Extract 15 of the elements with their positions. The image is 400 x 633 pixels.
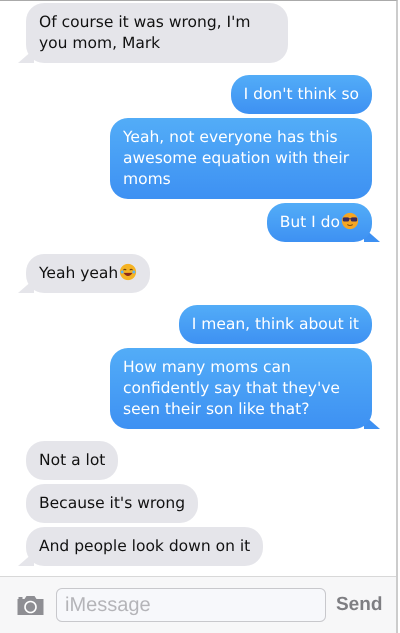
message-bubble: I don't think so xyxy=(230,75,380,114)
send-button[interactable]: Send xyxy=(336,594,382,616)
message-bubble: How many moms can confidently say that they've seen their son like that? xyxy=(110,348,380,429)
laughing-face-icon xyxy=(119,263,138,281)
message-bubble: And people look down on it xyxy=(18,527,264,566)
message-bubble: Yeah yeah xyxy=(18,254,150,293)
sunglasses-face-icon xyxy=(341,212,359,230)
message-input-field[interactable]: iMessage xyxy=(56,588,326,622)
message-bubble: I mean, think about it xyxy=(178,305,380,344)
message-bubble: Yeah, not everyone has this awesome equation with their moms xyxy=(110,118,380,199)
message-bubble: Of course it was wrong, I'm you mom, Mark xyxy=(18,3,288,63)
message-bubble: Not a lot xyxy=(18,441,118,480)
camera-icon[interactable] xyxy=(15,593,46,617)
message-bubble: But I do xyxy=(266,203,380,242)
message-bubble: Because it's wrong xyxy=(18,484,198,523)
